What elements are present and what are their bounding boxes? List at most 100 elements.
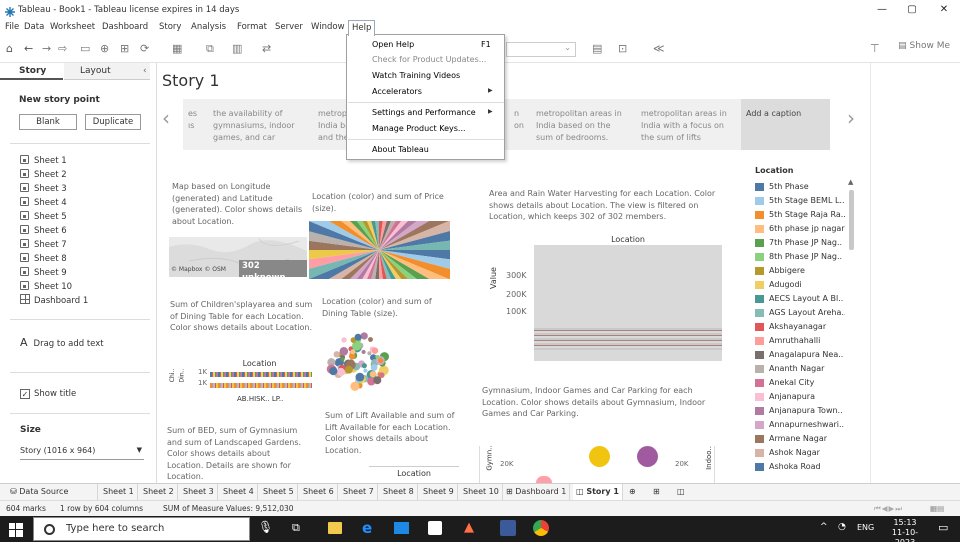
story-point-card[interactable]: the availability of gymnasiums, indoor g… bbox=[208, 99, 312, 150]
new-story-tab-icon[interactable]: ◫ bbox=[674, 484, 688, 500]
area-chart[interactable] bbox=[534, 245, 722, 361]
story-point-card[interactable]: metropolitan areas in India with a focus… bbox=[636, 99, 740, 150]
menu-item-manage-product-keys[interactable]: Manage Product Keys... bbox=[372, 124, 466, 133]
menu-item-accelerators[interactable]: Accelerators bbox=[372, 87, 422, 96]
sheet-item[interactable]: Sheet 7 bbox=[20, 238, 67, 252]
tableau-app-icon[interactable] bbox=[500, 520, 516, 536]
tab-dashboard[interactable]: ⊞ Dashboard 1 bbox=[503, 484, 571, 500]
tab-layout[interactable]: Layout bbox=[64, 63, 150, 80]
sheet-item[interactable]: Sheet 6 bbox=[20, 224, 67, 238]
menu-analysis[interactable]: Analysis bbox=[188, 20, 229, 35]
maximize-button[interactable]: ▢ bbox=[898, 0, 926, 20]
tab-sheet[interactable]: Sheet 2 bbox=[140, 484, 178, 500]
sheet-item[interactable]: Sheet 8 bbox=[20, 252, 67, 266]
story-point-card[interactable]: es ıs bbox=[183, 99, 207, 150]
tab-story-active[interactable]: ◫ Story 1 bbox=[573, 484, 623, 500]
task-view-icon[interactable]: ⧉ bbox=[292, 521, 300, 535]
menu-item-training-videos[interactable]: Watch Training Videos bbox=[372, 71, 460, 80]
forward-icon[interactable]: → bbox=[42, 41, 51, 57]
story-point-card[interactable]: metropolitan areas in India based on the… bbox=[531, 99, 635, 150]
legend-scroll-up-icon[interactable]: ▲ bbox=[848, 178, 853, 186]
tab-sheet[interactable]: Sheet 5 bbox=[260, 484, 298, 500]
sheet-item[interactable]: Sheet 3 bbox=[20, 182, 67, 196]
new-worksheet-icon[interactable]: ▦ bbox=[172, 41, 182, 57]
tab-sheet[interactable]: Sheet 3 bbox=[180, 484, 218, 500]
refresh-icon[interactable]: ⟳ bbox=[140, 41, 149, 57]
dining-bubbles[interactable] bbox=[323, 327, 393, 397]
clock[interactable]: 15:1311-10-2023 bbox=[885, 518, 925, 542]
back-icon[interactable]: ← bbox=[24, 41, 33, 57]
new-dashboard-tab-icon[interactable]: ⊞ bbox=[650, 484, 663, 500]
menu-dashboard[interactable]: Dashboard bbox=[99, 20, 151, 35]
dashboard-item[interactable]: Dashboard 1 bbox=[20, 294, 88, 308]
sheet-item[interactable]: Sheet 4 bbox=[20, 196, 67, 210]
menu-format[interactable]: Format bbox=[234, 20, 270, 35]
story-point-caption-active[interactable]: Add a caption bbox=[741, 99, 830, 150]
presentation-icon[interactable]: ⊡ bbox=[618, 41, 627, 57]
story-point-card[interactable]: n on bbox=[509, 99, 531, 150]
tab-sheet[interactable]: Sheet 4 bbox=[220, 484, 258, 500]
labels-icon[interactable]: ▤ bbox=[592, 41, 602, 57]
clear-sheet-icon[interactable]: ▥ bbox=[232, 41, 242, 57]
sheet-item[interactable]: Sheet 1 bbox=[20, 154, 67, 168]
pin-icon[interactable]: ⊤ bbox=[870, 41, 880, 57]
tab-sheet[interactable]: Sheet 1 bbox=[100, 484, 138, 500]
tab-sheet[interactable]: Sheet 7 bbox=[340, 484, 378, 500]
share-icon[interactable]: ≪ bbox=[653, 41, 665, 57]
menu-server[interactable]: Server bbox=[272, 20, 306, 35]
close-button[interactable]: ✕ bbox=[930, 0, 958, 20]
new-worksheet-tab-icon[interactable]: ⊕ bbox=[626, 484, 639, 500]
tab-data-source[interactable]: ⛁ Data Source bbox=[0, 484, 98, 500]
legend-scrollbar-thumb[interactable] bbox=[849, 190, 854, 250]
menu-item-open-help[interactable]: Open Help bbox=[372, 40, 414, 49]
menu-worksheet[interactable]: Worksheet bbox=[47, 20, 98, 35]
store-icon[interactable] bbox=[428, 521, 442, 535]
collapse-icon[interactable]: ‹ bbox=[143, 63, 147, 80]
new-datasource-icon[interactable]: ⊕ bbox=[100, 41, 109, 57]
children-chart[interactable]: 1K 1K Chi.. Din.. bbox=[169, 368, 315, 393]
language-indicator[interactable]: ENG bbox=[857, 523, 874, 532]
tab-sheet[interactable]: Sheet 10 bbox=[460, 484, 503, 500]
show-me-button[interactable]: ▤ Show Me bbox=[898, 41, 950, 51]
tab-story[interactable]: Story bbox=[0, 63, 63, 80]
view-toggle-icons[interactable]: ▦▤ bbox=[930, 501, 944, 516]
notification-icon[interactable]: ▭ bbox=[938, 521, 948, 534]
menu-item-about-tableau[interactable]: About Tableau bbox=[372, 145, 429, 154]
edge-browser-icon[interactable]: e bbox=[362, 519, 372, 537]
microphone-icon[interactable]: 🎙 bbox=[258, 520, 273, 534]
prev-story-point-icon[interactable]: ‹ bbox=[162, 106, 170, 130]
menu-story[interactable]: Story bbox=[156, 20, 184, 35]
file-explorer-icon[interactable] bbox=[328, 522, 342, 534]
sheet-item[interactable]: Sheet 9 bbox=[20, 266, 67, 280]
sheet-item[interactable]: Sheet 10 bbox=[20, 280, 72, 294]
tab-sheet[interactable]: Sheet 6 bbox=[300, 484, 338, 500]
tray-chevron-icon[interactable]: ^ bbox=[820, 522, 828, 532]
network-icon[interactable]: ◔ bbox=[838, 522, 846, 532]
duplicate-icon[interactable]: ⧉ bbox=[206, 41, 214, 57]
menu-file[interactable]: File bbox=[2, 20, 22, 35]
price-viz[interactable] bbox=[309, 221, 450, 279]
menu-window[interactable]: Window bbox=[308, 20, 348, 35]
sheet-item[interactable]: Sheet 5 bbox=[20, 210, 67, 224]
size-dropdown[interactable]: Story (1016 x 964) ▼ bbox=[20, 446, 144, 460]
save-icon[interactable]: ▭ bbox=[80, 41, 90, 57]
unknown-badge[interactable]: 302 unknown bbox=[239, 260, 307, 277]
menu-data[interactable]: Data bbox=[21, 20, 47, 35]
duplicate-button[interactable]: Duplicate bbox=[85, 114, 141, 130]
menu-item-settings-performance[interactable]: Settings and Performance bbox=[372, 108, 476, 117]
redo-icon[interactable]: ⇨ bbox=[58, 41, 67, 57]
sheet-navigation-icons[interactable]: ⏮◀▶⏭ bbox=[874, 501, 903, 516]
minimize-button[interactable]: — bbox=[868, 0, 896, 20]
tab-sheet[interactable]: Sheet 8 bbox=[380, 484, 418, 500]
blank-button[interactable]: Blank bbox=[19, 114, 77, 130]
new-sheet-icon[interactable]: ⊞ bbox=[120, 41, 129, 57]
show-title-checkbox[interactable]: ✓ Show title bbox=[20, 389, 76, 399]
chrome-icon[interactable] bbox=[533, 520, 549, 536]
swap-icon[interactable]: ⇄ bbox=[262, 41, 271, 57]
vlc-icon[interactable]: ▲ bbox=[464, 520, 474, 535]
taskbar-search[interactable]: Type here to search bbox=[33, 517, 250, 541]
home-icon[interactable]: ⌂ bbox=[6, 41, 13, 57]
tab-sheet[interactable]: Sheet 9 bbox=[420, 484, 458, 500]
sheet-item[interactable]: Sheet 2 bbox=[20, 168, 67, 182]
fit-dropdown[interactable]: ⌄ bbox=[506, 42, 576, 57]
